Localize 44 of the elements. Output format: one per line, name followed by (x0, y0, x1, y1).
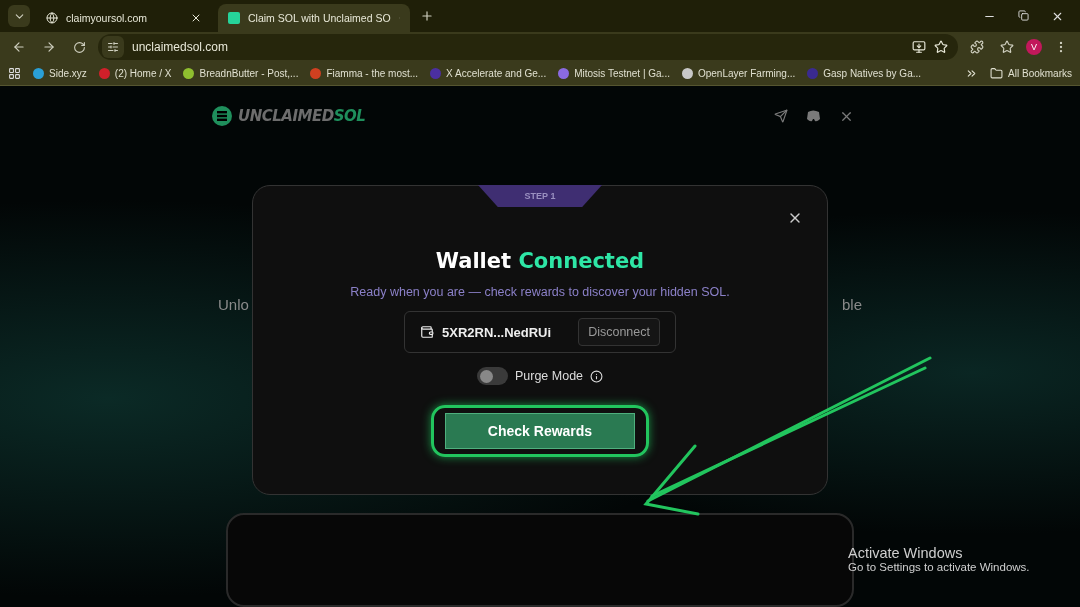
site-settings-icon[interactable] (102, 36, 124, 58)
bookmark-item[interactable]: Mitosis Testnet | Ga... (558, 68, 670, 79)
check-rewards-button[interactable]: Check Rewards (445, 413, 635, 449)
browser-tab[interactable]: claimyoursol.com (36, 4, 212, 32)
address-bar[interactable]: unclaimedsol.com (98, 34, 958, 60)
site-icon (228, 12, 240, 24)
all-bookmarks-button[interactable]: All Bookmarks (990, 67, 1072, 80)
background-text: ble (841, 296, 862, 313)
url-text: unclaimedsol.com (132, 40, 230, 54)
purge-label: Purge Mode (514, 369, 584, 383)
folder-icon (990, 67, 1004, 80)
activation-hint: Go to Settings to activate Windows. (848, 561, 1030, 573)
dialog-subtitle: Ready when you are — check rewards to discover your hidden SOL. (350, 285, 730, 299)
apps-icon[interactable] (8, 67, 21, 80)
sliders-icon[interactable] (107, 41, 119, 53)
logo-wordmark: UNCLAIMEDSOL (238, 107, 366, 125)
dialog-title: Wallet Connected (435, 249, 645, 273)
toggle-knob (479, 369, 493, 383)
globe-icon (46, 12, 58, 24)
bookmark-item[interactable]: X Accelerate and Ge... (430, 68, 547, 79)
background-text: Unlo (218, 296, 249, 313)
logo-icon (212, 106, 232, 126)
bookmark-item[interactable]: Fiamma - the most... (310, 68, 419, 79)
info-icon[interactable] (590, 369, 604, 383)
step-badge: STEP 1 (478, 185, 602, 207)
tab-title: claimyoursol.com (66, 12, 149, 24)
tab-title: Claim SOL with Unclaimed SO (248, 12, 391, 24)
bookmark-star-icon[interactable] (934, 40, 948, 54)
purge-toggle[interactable] (476, 367, 508, 385)
browser-tab[interactable]: Claim SOL with Unclaimed SO (218, 4, 410, 32)
activation-title: Activate Windows (848, 545, 964, 561)
bookmark-item[interactable]: BreadnButter - Post,... (183, 68, 299, 79)
disconnect-button[interactable]: Disconnect (578, 318, 660, 346)
bookmark-item[interactable]: OpenLayer Farming... (681, 68, 796, 79)
wallet-icon (420, 325, 434, 339)
profile-avatar[interactable]: V (1026, 39, 1042, 55)
bookmark-item[interactable]: Side.xyz (33, 68, 87, 79)
install-icon[interactable] (912, 40, 926, 54)
restore-icon[interactable] (1018, 9, 1029, 21)
bookmark-item[interactable]: Gasp Natives by Ga... (807, 68, 922, 79)
telegram-icon[interactable] (774, 108, 788, 123)
discord-icon[interactable] (806, 108, 821, 123)
wallet-address: 5XR2RN...NedRUi (442, 324, 553, 340)
bookmark-item[interactable]: (2) Home / X (98, 68, 172, 79)
